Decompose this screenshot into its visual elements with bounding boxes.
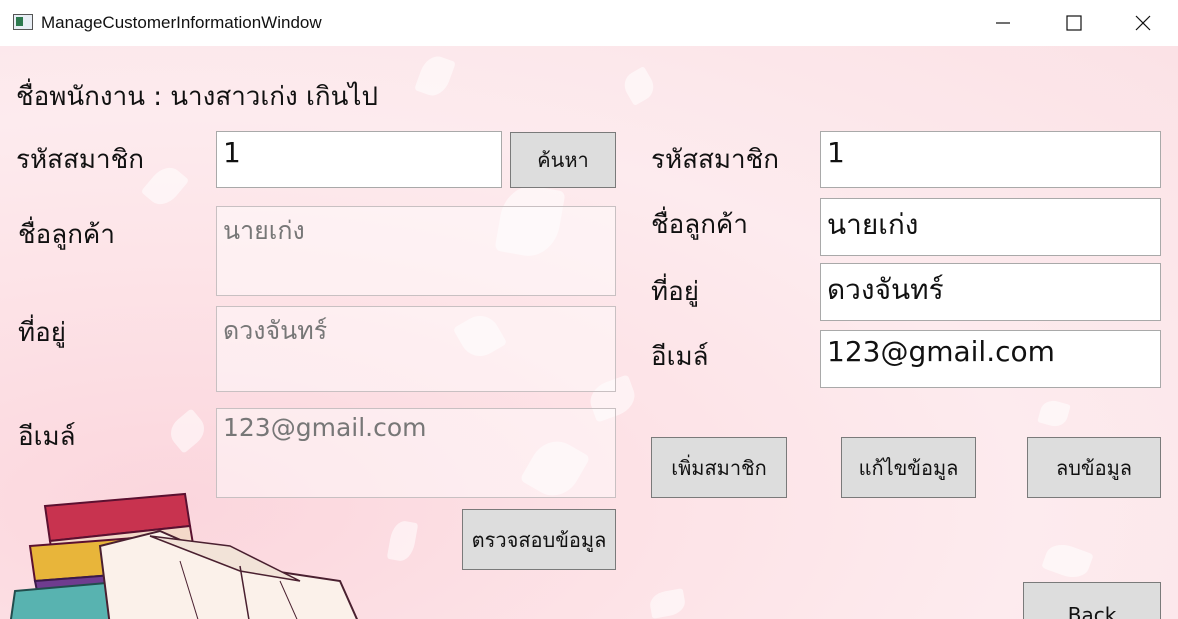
close-icon <box>1135 15 1151 31</box>
search-member-id-input[interactable]: 1 <box>216 131 502 188</box>
title-bar: ManageCustomerInformationWindow <box>0 0 1178 46</box>
search-name-label: ชื่อลูกค้า <box>18 220 115 250</box>
close-button[interactable] <box>1108 0 1178 46</box>
maximize-icon <box>1066 15 1082 31</box>
search-email-label: อีเมล์ <box>18 422 76 452</box>
update-button[interactable]: แก้ไขข้อมูล <box>841 437 976 498</box>
delete-button[interactable]: ลบข้อมูล <box>1027 437 1161 498</box>
edit-email-label: อีเมล์ <box>651 342 709 372</box>
maximize-button[interactable] <box>1039 0 1109 46</box>
petal-decoration <box>1041 539 1094 583</box>
petal-decoration <box>140 161 190 211</box>
employee-name-label: ชื่อพนักงาน : นางสาวเก่ง เกินไป <box>16 82 378 112</box>
petal-decoration <box>414 52 456 100</box>
search-email-field: 123@gmail.com <box>216 408 616 498</box>
search-member-id-label: รหัสสมาชิก <box>16 145 144 175</box>
minimize-icon <box>996 22 1010 24</box>
search-button[interactable]: ค้นหา <box>510 132 616 188</box>
window-content: ชื่อพนักงาน : นางสาวเก่ง เกินไป รหัสสมาช… <box>0 46 1178 619</box>
edit-email-input[interactable]: 123@gmail.com <box>820 330 1161 388</box>
edit-address-label: ที่อยู่ <box>651 277 699 307</box>
petal-decoration <box>619 66 659 106</box>
petal-decoration <box>164 408 211 454</box>
add-member-button[interactable]: เพิ่มสมาชิก <box>651 437 787 498</box>
verify-button[interactable]: ตรวจสอบข้อมูล <box>462 509 616 570</box>
app-icon <box>13 14 33 30</box>
books-illustration <box>9 492 358 619</box>
petal-decoration <box>648 588 687 619</box>
minimize-button[interactable] <box>968 0 1038 46</box>
edit-member-id-label: รหัสสมาชิก <box>651 145 779 175</box>
search-address-label: ที่อยู่ <box>18 318 66 348</box>
search-address-field: ดวงจันทร์ <box>216 306 616 392</box>
window-title: ManageCustomerInformationWindow <box>41 13 322 32</box>
edit-name-label: ชื่อลูกค้า <box>651 210 748 240</box>
petal-decoration <box>1037 397 1071 430</box>
edit-name-input[interactable]: นายเก่ง <box>820 198 1161 256</box>
search-name-field: นายเก่ง <box>216 206 616 296</box>
edit-member-id-input[interactable]: 1 <box>820 131 1161 188</box>
edit-address-input[interactable]: ดวงจันทร์ <box>820 263 1161 321</box>
petal-decoration <box>386 519 419 563</box>
back-button[interactable]: Back <box>1023 582 1161 619</box>
